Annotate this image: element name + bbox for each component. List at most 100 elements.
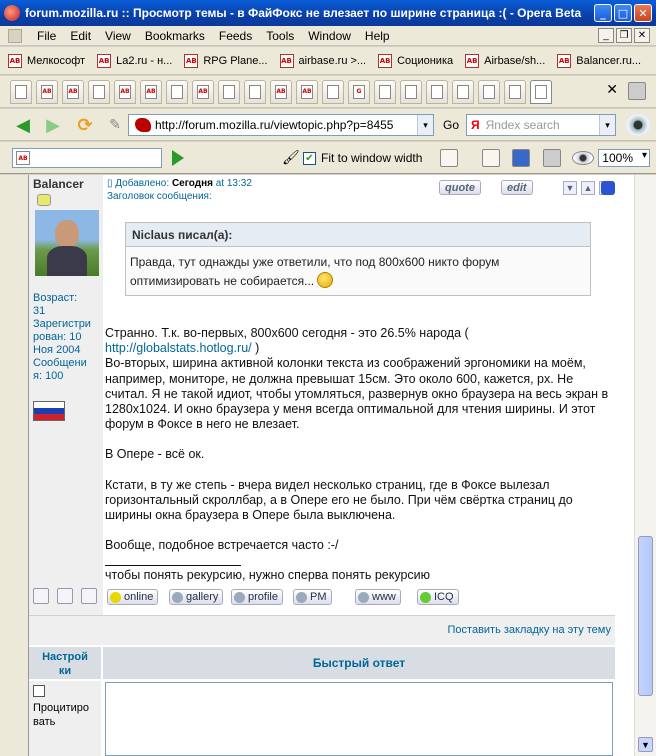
wand-icon[interactable]: ✎	[104, 114, 126, 136]
menu-feeds[interactable]: Feeds	[212, 29, 259, 43]
scroll-down-icon[interactable]: ▼	[638, 737, 653, 752]
fit-to-width-checkbox[interactable]: ✔ Fit to window width	[303, 151, 422, 165]
search-field[interactable]: Я Яndex search ▾	[466, 114, 616, 136]
pm-label: PM	[310, 591, 327, 603]
tab[interactable]: АВ	[140, 79, 162, 104]
maximize-button[interactable]: □	[614, 4, 632, 22]
url-dropdown-icon[interactable]: ▾	[417, 115, 433, 135]
tab[interactable]	[322, 79, 344, 104]
www-button[interactable]: www	[355, 589, 401, 605]
eye-icon[interactable]	[626, 114, 650, 136]
arrow-up-icon[interactable]: ▲	[581, 181, 595, 195]
tab-active[interactable]	[530, 79, 552, 104]
settings-label: Настрой	[42, 651, 88, 663]
trash-icon[interactable]	[628, 82, 646, 100]
info-icon[interactable]	[512, 149, 530, 167]
address-field[interactable]: http://forum.mozilla.ru/viewtopic.php?p=…	[128, 114, 434, 136]
menu-view[interactable]: View	[98, 29, 138, 43]
quote-body: Правда, тут однажды уже ответили, что по…	[126, 247, 590, 297]
grid-icon[interactable]	[33, 588, 49, 604]
menu-tools[interactable]: Tools	[259, 29, 301, 43]
minimize-button[interactable]: _	[594, 4, 612, 22]
pm-button[interactable]: PM	[293, 589, 332, 605]
tab[interactable]	[478, 79, 500, 104]
bookmark-topic-link[interactable]: Поставить закладку на эту тему	[448, 624, 611, 636]
bookmark-item[interactable]: АВ Мелкософт	[8, 53, 85, 68]
page-icon	[249, 84, 261, 99]
quote-block: Niclaus писал(а): Правда, тут однажды уж…	[125, 222, 591, 296]
tab[interactable]	[504, 79, 526, 104]
forward-arrow-icon[interactable]: ▶	[42, 114, 64, 136]
site-favicon-icon	[135, 118, 151, 132]
tab[interactable]: АВ	[270, 79, 292, 104]
close-tab-icon[interactable]: ✕	[606, 82, 618, 98]
tab[interactable]	[452, 79, 474, 104]
brush-icon[interactable]: 🖌	[282, 149, 300, 167]
subject-label: Заголовок сообщения:	[107, 191, 212, 202]
camera-icon[interactable]	[543, 149, 561, 167]
menu-edit[interactable]: Edit	[63, 29, 98, 43]
vertical-scrollbar[interactable]: ▼	[634, 175, 656, 756]
tab[interactable]: АВ	[296, 79, 318, 104]
doc-restore-button[interactable]: ❐	[616, 28, 632, 43]
tab[interactable]	[88, 79, 110, 104]
tab[interactable]	[426, 79, 448, 104]
doc-minimize-button[interactable]: _	[598, 28, 614, 43]
edit-button[interactable]: edit	[501, 180, 533, 195]
edit-label: edit	[507, 181, 527, 194]
scrollbar-thumb[interactable]	[638, 536, 653, 696]
registered-label: Зарегистри	[33, 318, 91, 330]
quick-find-input[interactable]: АВ	[12, 148, 162, 168]
reload-icon[interactable]: ⟳	[74, 114, 96, 136]
doc-close-button[interactable]: ✕	[634, 28, 650, 43]
tab[interactable]	[244, 79, 266, 104]
post-author[interactable]: Balancer	[33, 177, 99, 191]
bookmark-item[interactable]: АВ La2.ru - н...	[97, 53, 172, 68]
opera-icon	[4, 5, 20, 21]
tab[interactable]	[10, 79, 32, 104]
icq-button[interactable]: ICQ	[417, 589, 459, 605]
page-icon[interactable]	[440, 149, 458, 167]
added-label: Добавлено:	[115, 178, 170, 189]
tab[interactable]: АВ	[114, 79, 136, 104]
quote-checkbox[interactable]	[33, 685, 45, 697]
messages-label: Сообщени	[33, 357, 87, 369]
gender-icon[interactable]	[57, 588, 73, 604]
cart-icon[interactable]	[81, 588, 97, 604]
arrow-down-icon[interactable]: ▼	[563, 181, 577, 195]
tab[interactable]: АВ	[36, 79, 58, 104]
www-label: www	[372, 591, 396, 603]
bookmark-item[interactable]: АВ Airbase/sh...	[465, 53, 545, 68]
quote-button[interactable]: quote	[439, 180, 481, 195]
bookmark-item[interactable]: АВ Balancer.ru...	[557, 53, 641, 68]
globalstats-link[interactable]: http://globalstats.hotlog.ru/	[105, 341, 252, 355]
tab[interactable]	[374, 79, 396, 104]
play-icon[interactable]	[172, 150, 184, 166]
menu-window[interactable]: Window	[301, 29, 358, 43]
tab[interactable]: G	[348, 79, 370, 104]
page-menu-icon[interactable]	[8, 28, 22, 43]
close-button[interactable]: ✕	[634, 4, 652, 22]
menu-help[interactable]: Help	[358, 29, 397, 43]
tab[interactable]: АВ	[62, 79, 84, 104]
bookmark-item[interactable]: АВ RPG Plane...	[184, 53, 268, 68]
quote-checkbox-label: Процитиро	[33, 702, 90, 714]
tab[interactable]	[166, 79, 188, 104]
tab[interactable]	[218, 79, 240, 104]
menu-bookmarks[interactable]: Bookmarks	[138, 29, 212, 43]
bookmark-item[interactable]: АВ Соционика	[378, 53, 453, 68]
search-dropdown-icon[interactable]: ▾	[599, 115, 615, 135]
zoom-control[interactable]: 100%	[572, 149, 650, 167]
gallery-button[interactable]: gallery	[169, 589, 224, 605]
tab[interactable]: АВ	[192, 79, 214, 104]
new-page-icon[interactable]	[482, 149, 500, 167]
back-arrow-icon[interactable]: ◀	[12, 114, 34, 136]
go-button[interactable]: Go	[443, 118, 459, 132]
bookmark-item[interactable]: АВ airbase.ru >...	[279, 53, 366, 68]
menu-file[interactable]: File	[30, 29, 63, 43]
profile-button[interactable]: profile	[231, 589, 283, 605]
quick-reply-textarea[interactable]	[105, 682, 613, 756]
tab[interactable]	[400, 79, 422, 104]
online-button[interactable]: online	[107, 589, 159, 605]
zoom-value[interactable]: 100%	[598, 149, 650, 167]
